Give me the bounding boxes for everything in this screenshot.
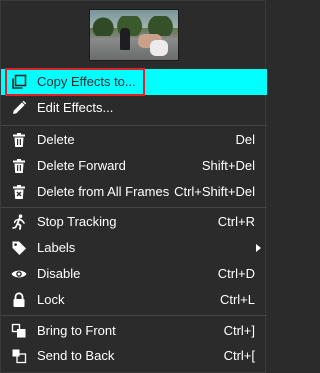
- menu-item-send-to-back[interactable]: Send to Back Ctrl+[: [1, 343, 267, 369]
- frame-thumbnail: [89, 9, 179, 61]
- shortcut-label: Ctrl+D: [217, 266, 255, 281]
- menu-item-lock[interactable]: Lock Ctrl+L: [1, 287, 267, 313]
- shortcut-label: Shift+Del: [201, 158, 255, 173]
- menu-item-label: Delete Forward: [37, 158, 126, 173]
- shortcut-label: Ctrl+Shift+Del: [174, 184, 255, 199]
- shortcut-label: Ctrl+R: [217, 214, 255, 229]
- menu-item-labels[interactable]: Labels: [1, 235, 267, 261]
- menu-item-delete-all-frames[interactable]: Delete from All Frames Ctrl+Shift+Del: [1, 179, 267, 205]
- running-person-icon: [12, 214, 25, 230]
- menu-item-bring-to-front[interactable]: Bring to Front Ctrl+]: [1, 318, 267, 344]
- lock-icon: [13, 292, 25, 307]
- menu-item-delete[interactable]: Delete Del: [1, 127, 267, 153]
- menu-item-delete-forward[interactable]: Delete Forward Shift+Del: [1, 153, 267, 179]
- menu-item-label: Disable: [37, 266, 81, 281]
- bring-front-icon: [11, 323, 26, 338]
- send-back-icon: [12, 349, 27, 364]
- eye-icon: [11, 270, 27, 278]
- menu-item-label: Send to Back: [37, 348, 115, 363]
- menu-item-disable[interactable]: Disable Ctrl+D: [1, 261, 267, 287]
- menu-separator: [1, 207, 267, 208]
- menu-item-label: Labels: [37, 240, 76, 255]
- shortcut-label: Del: [235, 132, 255, 147]
- menu-item-label: Stop Tracking: [37, 214, 117, 229]
- shortcut-label: Ctrl+L: [219, 292, 255, 307]
- menu-item-copy-effects[interactable]: Copy Effects to...: [1, 69, 267, 95]
- trash-frames-icon: [13, 185, 25, 199]
- menu-item-label: Bring to Front: [37, 323, 116, 338]
- pencil-icon: [13, 100, 27, 114]
- menu-separator: [1, 315, 267, 316]
- menu-item-label: Copy Effects to...: [37, 74, 136, 89]
- menu-item-stop-tracking[interactable]: Stop Tracking Ctrl+R: [1, 209, 267, 235]
- submenu-arrow-icon: [256, 244, 261, 252]
- trash-icon: [13, 159, 25, 173]
- menu-item-label: Edit Effects...: [37, 100, 114, 115]
- trash-icon: [13, 133, 25, 147]
- menu-item-label: Lock: [37, 292, 65, 307]
- shortcut-label: Ctrl+]: [223, 323, 255, 338]
- menu-item-label: Delete: [37, 132, 75, 147]
- menu-item-edit-effects[interactable]: Edit Effects...: [1, 95, 267, 121]
- copy-icon: [12, 74, 27, 89]
- context-menu: Copy Effects to... Edit Effects... Delet…: [0, 0, 267, 373]
- shortcut-label: Ctrl+[: [223, 348, 255, 363]
- menu-item-label: Delete from All Frames: [37, 184, 170, 199]
- menu-separator: [1, 125, 267, 126]
- tag-icon: [12, 241, 26, 255]
